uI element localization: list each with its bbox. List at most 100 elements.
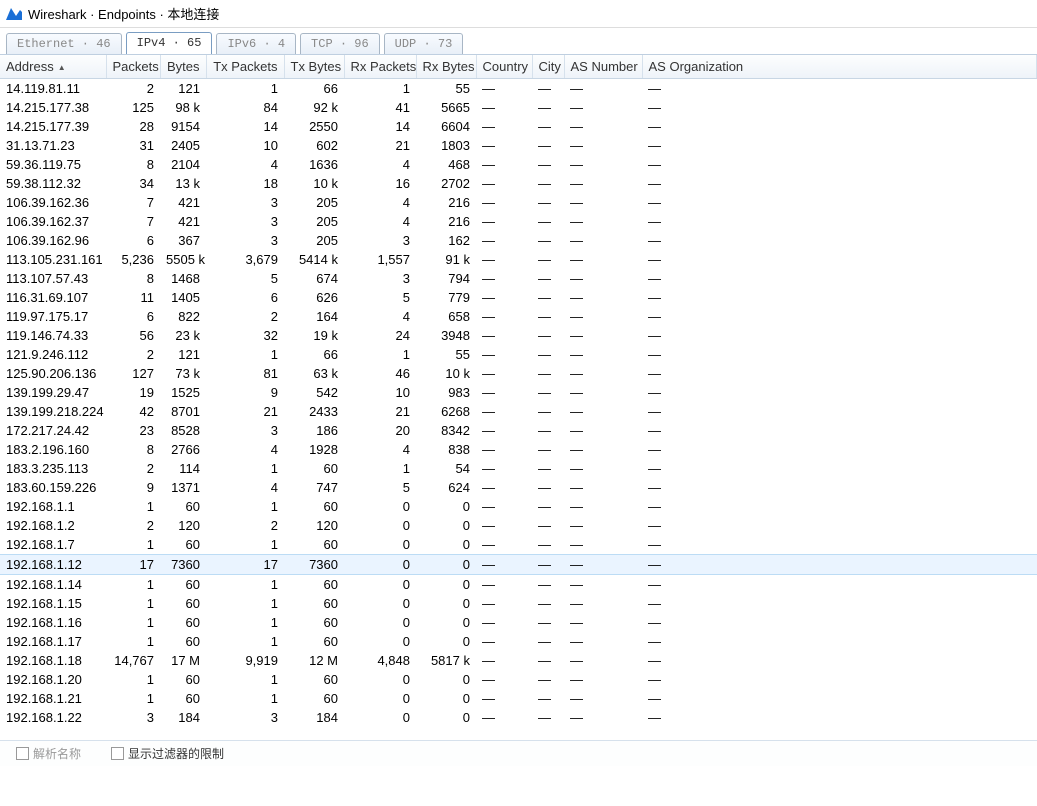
limit-filter-checkbox[interactable]: 显示过滤器的限制 (111, 745, 224, 762)
table-row[interactable]: 14.215.177.39289154142550146604———— (0, 117, 1037, 136)
table-row[interactable]: 59.38.112.323413 k1810 k162702———— (0, 174, 1037, 193)
column-header-aso[interactable]: AS Organization (642, 55, 1037, 79)
column-header-txb[interactable]: Tx Bytes (284, 55, 344, 79)
cell-rxb: 779 (416, 288, 476, 307)
table-row[interactable]: 192.168.1.1814,76717 M9,91912 M4,8485817… (0, 651, 1037, 670)
table-row[interactable]: 113.107.57.438146856743794———— (0, 269, 1037, 288)
cell-rxb: 2702 (416, 174, 476, 193)
cell-txb: 1928 (284, 440, 344, 459)
cell-txb: 542 (284, 383, 344, 402)
cell-aso: — (642, 212, 1037, 231)
table-row[interactable]: 192.168.1.1516016000———— (0, 594, 1037, 613)
cell-pkts: 7 (106, 193, 160, 212)
table-row[interactable]: 192.168.1.2116016000———— (0, 689, 1037, 708)
column-header-pkts[interactable]: Packets (106, 55, 160, 79)
cell-txp: 6 (206, 288, 284, 307)
cell-asn: — (564, 632, 642, 651)
cell-txp: 14 (206, 117, 284, 136)
column-header-rxb[interactable]: Rx Bytes (416, 55, 476, 79)
limit-filter-label: 显示过滤器的限制 (128, 745, 224, 762)
cell-pkts: 7 (106, 212, 160, 231)
cell-city: — (532, 575, 564, 595)
cell-aso: — (642, 478, 1037, 497)
tab-ipv4[interactable]: IPv4 · 65 (126, 32, 213, 54)
table-row[interactable]: 14.215.177.3812598 k8492 k415665———— (0, 98, 1037, 117)
cell-txb: 19 k (284, 326, 344, 345)
cell-country: — (476, 535, 532, 555)
cell-city: — (532, 440, 564, 459)
cell-bytes: 60 (160, 535, 206, 555)
column-header-country[interactable]: Country (476, 55, 532, 79)
table-row[interactable]: 14.119.81.112121166155———— (0, 79, 1037, 99)
table-row[interactable]: 192.168.1.1416016000———— (0, 575, 1037, 595)
cell-city: — (532, 345, 564, 364)
cell-bytes: 8528 (160, 421, 206, 440)
cell-pkts: 8 (106, 440, 160, 459)
tab-udp[interactable]: UDP · 73 (384, 33, 464, 54)
cell-addr: 192.168.1.18 (0, 651, 106, 670)
table-row[interactable]: 119.146.74.335623 k3219 k243948———— (0, 326, 1037, 345)
cell-city: — (532, 516, 564, 535)
cell-pkts: 1 (106, 575, 160, 595)
table-row[interactable]: 183.60.159.2269137147475624———— (0, 478, 1037, 497)
cell-bytes: 60 (160, 497, 206, 516)
column-header-city[interactable]: City (532, 55, 564, 79)
cell-rxb: 5665 (416, 98, 476, 117)
column-header-asn[interactable]: AS Number (564, 55, 642, 79)
cell-bytes: 17 M (160, 651, 206, 670)
table-row[interactable]: 192.168.1.223184318400———— (0, 708, 1037, 727)
table-row[interactable]: 183.3.235.1132114160154———— (0, 459, 1037, 478)
column-header-bytes[interactable]: Bytes (160, 55, 206, 79)
table-row[interactable]: 139.199.218.224428701212433216268———— (0, 402, 1037, 421)
table-row[interactable]: 192.168.1.116016000———— (0, 497, 1037, 516)
cell-addr: 121.9.246.112 (0, 345, 106, 364)
table-row[interactable]: 139.199.29.47191525954210983———— (0, 383, 1037, 402)
tab-ipv6[interactable]: IPv6 · 4 (216, 33, 296, 54)
table-row[interactable]: 106.39.162.96636732053162———— (0, 231, 1037, 250)
column-header-rxp[interactable]: Rx Packets (344, 55, 416, 79)
cell-rxp: 0 (344, 516, 416, 535)
cell-pkts: 28 (106, 117, 160, 136)
column-header-txp[interactable]: Tx Packets (206, 55, 284, 79)
cell-aso: — (642, 497, 1037, 516)
table-row[interactable]: 183.2.196.16082766419284838———— (0, 440, 1037, 459)
cell-txb: 60 (284, 535, 344, 555)
table-row[interactable]: 59.36.119.7582104416364468———— (0, 155, 1037, 174)
cell-city: — (532, 250, 564, 269)
table-row[interactable]: 31.13.71.2331240510602211803———— (0, 136, 1037, 155)
cell-txp: 84 (206, 98, 284, 117)
table-row[interactable]: 192.168.1.1217736017736000———— (0, 555, 1037, 575)
tab-tcp[interactable]: TCP · 96 (300, 33, 380, 54)
table-row[interactable]: 172.217.24.422385283186208342———— (0, 421, 1037, 440)
footer-bar: 解析名称 显示过滤器的限制 (0, 740, 1037, 766)
table-row[interactable]: 192.168.1.716016000———— (0, 535, 1037, 555)
titlebar: Wireshark · Endpoints · 本地连接 (0, 0, 1037, 28)
table-row[interactable]: 106.39.162.37742132054216———— (0, 212, 1037, 231)
cell-country: — (476, 478, 532, 497)
table-row[interactable]: 125.90.206.13612773 k8163 k4610 k———— (0, 364, 1037, 383)
cell-addr: 192.168.1.7 (0, 535, 106, 555)
table-row[interactable]: 113.105.231.1615,2365505 k3,6795414 k1,5… (0, 250, 1037, 269)
cell-txp: 3 (206, 212, 284, 231)
cell-rxb: 0 (416, 575, 476, 595)
cell-rxb: 10 k (416, 364, 476, 383)
column-header-addr[interactable]: Address▲ (0, 55, 106, 79)
cell-aso: — (642, 516, 1037, 535)
cell-country: — (476, 193, 532, 212)
table-row[interactable]: 192.168.1.1616016000———— (0, 613, 1037, 632)
cell-pkts: 2 (106, 516, 160, 535)
cell-addr: 192.168.1.1 (0, 497, 106, 516)
table-row[interactable]: 192.168.1.2016016000———— (0, 670, 1037, 689)
cell-pkts: 34 (106, 174, 160, 193)
cell-addr: 14.215.177.39 (0, 117, 106, 136)
table-row[interactable]: 119.97.175.17682221644658———— (0, 307, 1037, 326)
table-row[interactable]: 192.168.1.1716016000———— (0, 632, 1037, 651)
cell-txb: 60 (284, 670, 344, 689)
table-row[interactable]: 192.168.1.22120212000———— (0, 516, 1037, 535)
cell-aso: — (642, 79, 1037, 99)
tab-ethernet[interactable]: Ethernet · 46 (6, 33, 122, 54)
table-row[interactable]: 121.9.246.1122121166155———— (0, 345, 1037, 364)
cell-aso: — (642, 155, 1037, 174)
table-row[interactable]: 116.31.69.10711140566265779———— (0, 288, 1037, 307)
table-row[interactable]: 106.39.162.36742132054216———— (0, 193, 1037, 212)
